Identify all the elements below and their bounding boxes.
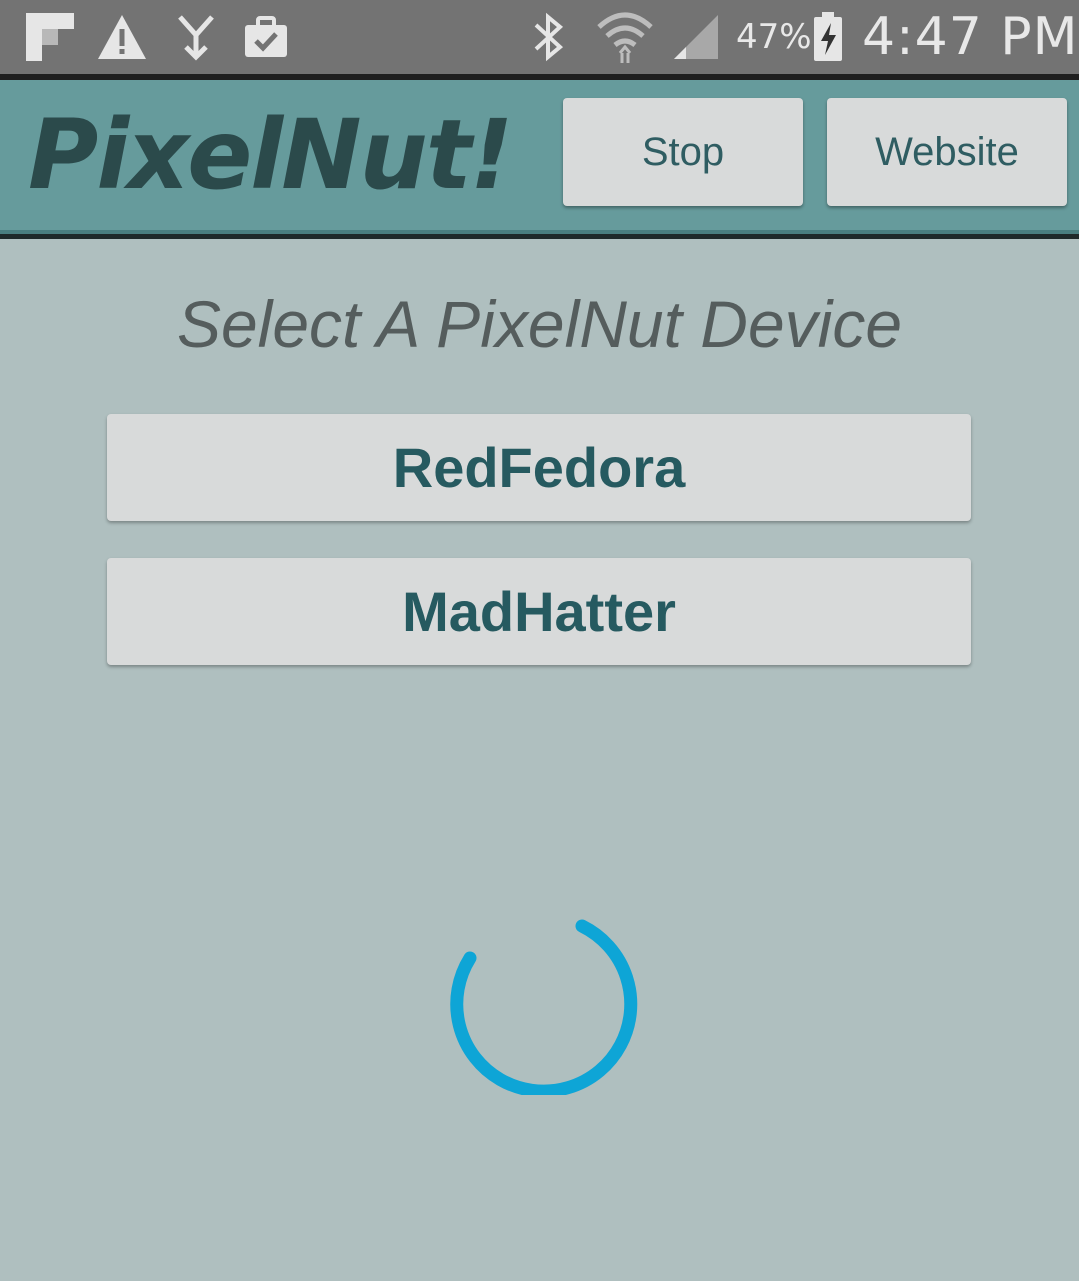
battery-percent: 47% <box>736 17 812 57</box>
stop-button[interactable]: Stop <box>563 98 803 206</box>
wifi-icon <box>596 0 654 74</box>
clock: 4:47 PM <box>862 7 1079 67</box>
app-title: PixelNut! <box>28 99 514 211</box>
signal-icon <box>672 0 720 74</box>
page-heading: Select A PixelNut Device <box>176 287 903 361</box>
loading-spinner-icon <box>450 919 638 1095</box>
device-button-redfedora[interactable]: RedFedora <box>107 414 971 521</box>
battery-charging-icon <box>812 0 844 74</box>
bluetooth-icon <box>530 0 568 74</box>
download-icon <box>176 0 216 74</box>
app-bar-shadow <box>0 234 1079 239</box>
device-button-madhatter[interactable]: MadHatter <box>107 558 971 665</box>
flipboard-icon <box>24 0 76 74</box>
status-bar: 47% 4:47 PM <box>0 0 1079 74</box>
briefcase-check-icon <box>242 0 290 74</box>
warning-icon <box>96 0 148 74</box>
website-button[interactable]: Website <box>827 98 1067 206</box>
